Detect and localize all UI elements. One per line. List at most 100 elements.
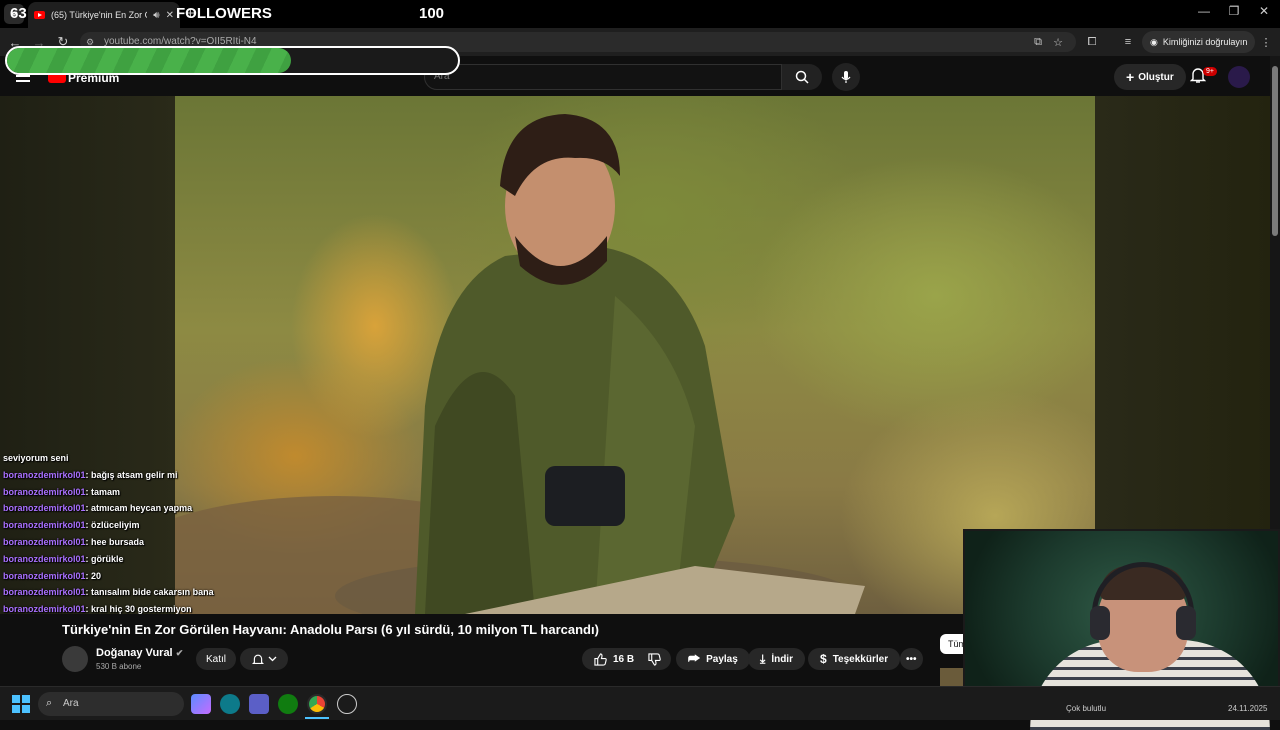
video-frame-person — [175, 114, 865, 614]
share-button[interactable]: ⮫ Paylaş — [676, 648, 750, 670]
chat-message: boranozdemirkol01: özlüceliyim — [3, 520, 140, 530]
video-title: Türkiye'nin En Zor Görülen Hayvanı: Anad… — [62, 622, 599, 637]
share-icon: ⮫ — [688, 651, 701, 666]
audio-playing-icon[interactable]: 🔊︎ — [153, 10, 159, 21]
search-input[interactable] — [424, 64, 782, 90]
tab-title: (65) Türkiye'nin En Zor Görü — [51, 10, 147, 20]
verify-label: Kimliğinizi doğrulayın — [1162, 37, 1248, 47]
verify-identity-button[interactable]: ◉ Kimliğinizi doğrulayın — [1142, 31, 1256, 53]
chat-message: boranozdemirkol01: tanısalım bide cakars… — [3, 587, 214, 597]
close-tab-icon[interactable]: ✕ — [166, 10, 174, 21]
chat-text: : özlüceliyim — [85, 520, 140, 530]
headset-right-ear — [1176, 606, 1196, 640]
chat-message: boranozdemirkol01: 20 — [3, 571, 101, 581]
account-avatar[interactable] — [1228, 66, 1250, 88]
create-button[interactable]: + Oluştur — [1114, 64, 1186, 90]
xbox-app-icon[interactable] — [278, 694, 298, 714]
reading-list-icon[interactable]: ≡ — [1120, 34, 1136, 50]
chat-text: : görükle — [85, 554, 124, 564]
channel-avatar[interactable] — [62, 646, 88, 672]
thumbs-down-icon — [648, 652, 661, 666]
microphone-icon — [841, 71, 851, 83]
search-icon — [795, 70, 809, 84]
close-window-button[interactable]: ✕ — [1254, 4, 1274, 18]
headset-left-ear — [1090, 606, 1110, 640]
youtube-favicon-icon — [34, 11, 45, 19]
notification-count-badge: 9+ — [1203, 67, 1217, 76]
chat-message: boranozdemirkol01: hee bursada — [3, 537, 144, 547]
taskbar-search-box[interactable] — [38, 692, 184, 716]
download-icon: ⤓ — [760, 651, 766, 666]
chat-text: : atmıcam heycan yapma — [85, 503, 193, 513]
taskbar-search-label: Ara — [63, 698, 79, 709]
bookmark-star-icon[interactable]: ☆ — [1050, 34, 1066, 50]
followers-goal-count: 100 — [419, 5, 445, 22]
thanks-icon: $ — [820, 652, 827, 666]
followers-goal-bar — [5, 46, 460, 75]
download-label: İndir — [771, 653, 793, 665]
bell-icon — [251, 654, 264, 664]
voice-search-button[interactable] — [832, 63, 860, 91]
active-app-indicator — [305, 717, 329, 719]
chat-username: boranozdemirkol01 — [3, 604, 86, 614]
browser-tab[interactable]: (65) Türkiye'nin En Zor Görü 🔊︎ ✕ — [28, 2, 180, 28]
chat-message: seviyorum seni — [3, 453, 69, 463]
extensions-icon[interactable]: ⧠ — [1084, 34, 1100, 50]
weather-status[interactable]: Çok bulutlu — [1066, 704, 1106, 713]
windows-start-icon[interactable] — [12, 695, 30, 713]
chat-text: seviyorum seni — [3, 453, 69, 463]
obs-app-icon[interactable] — [337, 694, 357, 714]
maximize-button[interactable]: ❐ — [1224, 4, 1244, 18]
clock-date[interactable]: 24.11.2025 — [1228, 704, 1267, 713]
install-app-icon[interactable]: ⧉ — [1030, 34, 1046, 50]
profile-icon: ◉ — [1150, 36, 1158, 47]
chat-text: : hee bursada — [85, 537, 145, 547]
chat-username: boranozdemirkol01 — [3, 537, 86, 547]
chat-username: boranozdemirkol01 — [3, 520, 86, 530]
plus-icon: + — [1126, 69, 1135, 85]
followers-label: FOLLOWERS — [176, 5, 272, 22]
chat-message: boranozdemirkol01: kral hiç 30 gostermiy… — [3, 604, 192, 614]
chevron-down-icon — [268, 656, 276, 662]
thumbs-up-icon — [594, 652, 607, 666]
chat-username: boranozdemirkol01 — [3, 554, 86, 564]
recommended-video-thumbnail[interactable] — [940, 668, 964, 688]
teams-app-icon[interactable] — [249, 694, 269, 714]
chat-username: boranozdemirkol01 — [3, 470, 86, 480]
channel-name[interactable]: Doğanay Vural ✔ — [96, 647, 183, 659]
video-player[interactable] — [175, 96, 1095, 614]
chat-username: boranozdemirkol01 — [3, 571, 86, 581]
chat-message: boranozdemirkol01: tamam — [3, 487, 120, 497]
chat-text: : tanısalım bide cakarsın bana — [85, 587, 214, 597]
create-label: Oluştur — [1138, 71, 1174, 83]
chat-username: boranozdemirkol01 — [3, 587, 86, 597]
verified-badge-icon: ✔ — [175, 648, 184, 658]
channel-name-text: Doğanay Vural — [96, 647, 173, 659]
like-count: 16 B — [613, 653, 635, 665]
chat-message: boranozdemirkol01: bağış atsam gelir mi — [3, 470, 178, 480]
search-button[interactable] — [782, 64, 822, 90]
share-label: Paylaş — [706, 653, 738, 665]
more-actions-button[interactable]: ••• — [900, 648, 923, 670]
chat-text: : kral hiç 30 gostermiyon — [85, 604, 192, 614]
join-button[interactable]: Katıl — [196, 648, 237, 670]
chat-username: boranozdemirkol01 — [3, 503, 86, 513]
download-button[interactable]: ⤓ İndir — [748, 648, 805, 670]
edge-app-icon[interactable] — [220, 694, 240, 714]
thanks-label: Teşekkürler — [832, 653, 889, 665]
browser-menu-icon[interactable]: ⋮ — [1258, 34, 1274, 50]
chat-message: boranozdemirkol01: görükle — [3, 554, 124, 564]
thanks-button[interactable]: $ Teşekkürler — [808, 648, 901, 670]
minimize-button[interactable]: — — [1194, 4, 1214, 18]
chrome-app-icon[interactable] — [307, 694, 327, 714]
search-icon: ⌕ — [46, 697, 53, 709]
subscription-bell-button[interactable] — [240, 648, 288, 670]
page-scrollbar-thumb[interactable] — [1272, 66, 1278, 236]
subscriber-count: 530 B abone — [96, 662, 142, 671]
chat-message: boranozdemirkol01: atmıcam heycan yapma — [3, 503, 192, 513]
like-button[interactable]: 16 B — [582, 648, 647, 670]
more-icon: ••• — [906, 653, 917, 665]
copilot-app-icon[interactable] — [191, 694, 211, 714]
chat-text: : tamam — [85, 487, 121, 497]
dislike-button[interactable] — [638, 648, 671, 670]
